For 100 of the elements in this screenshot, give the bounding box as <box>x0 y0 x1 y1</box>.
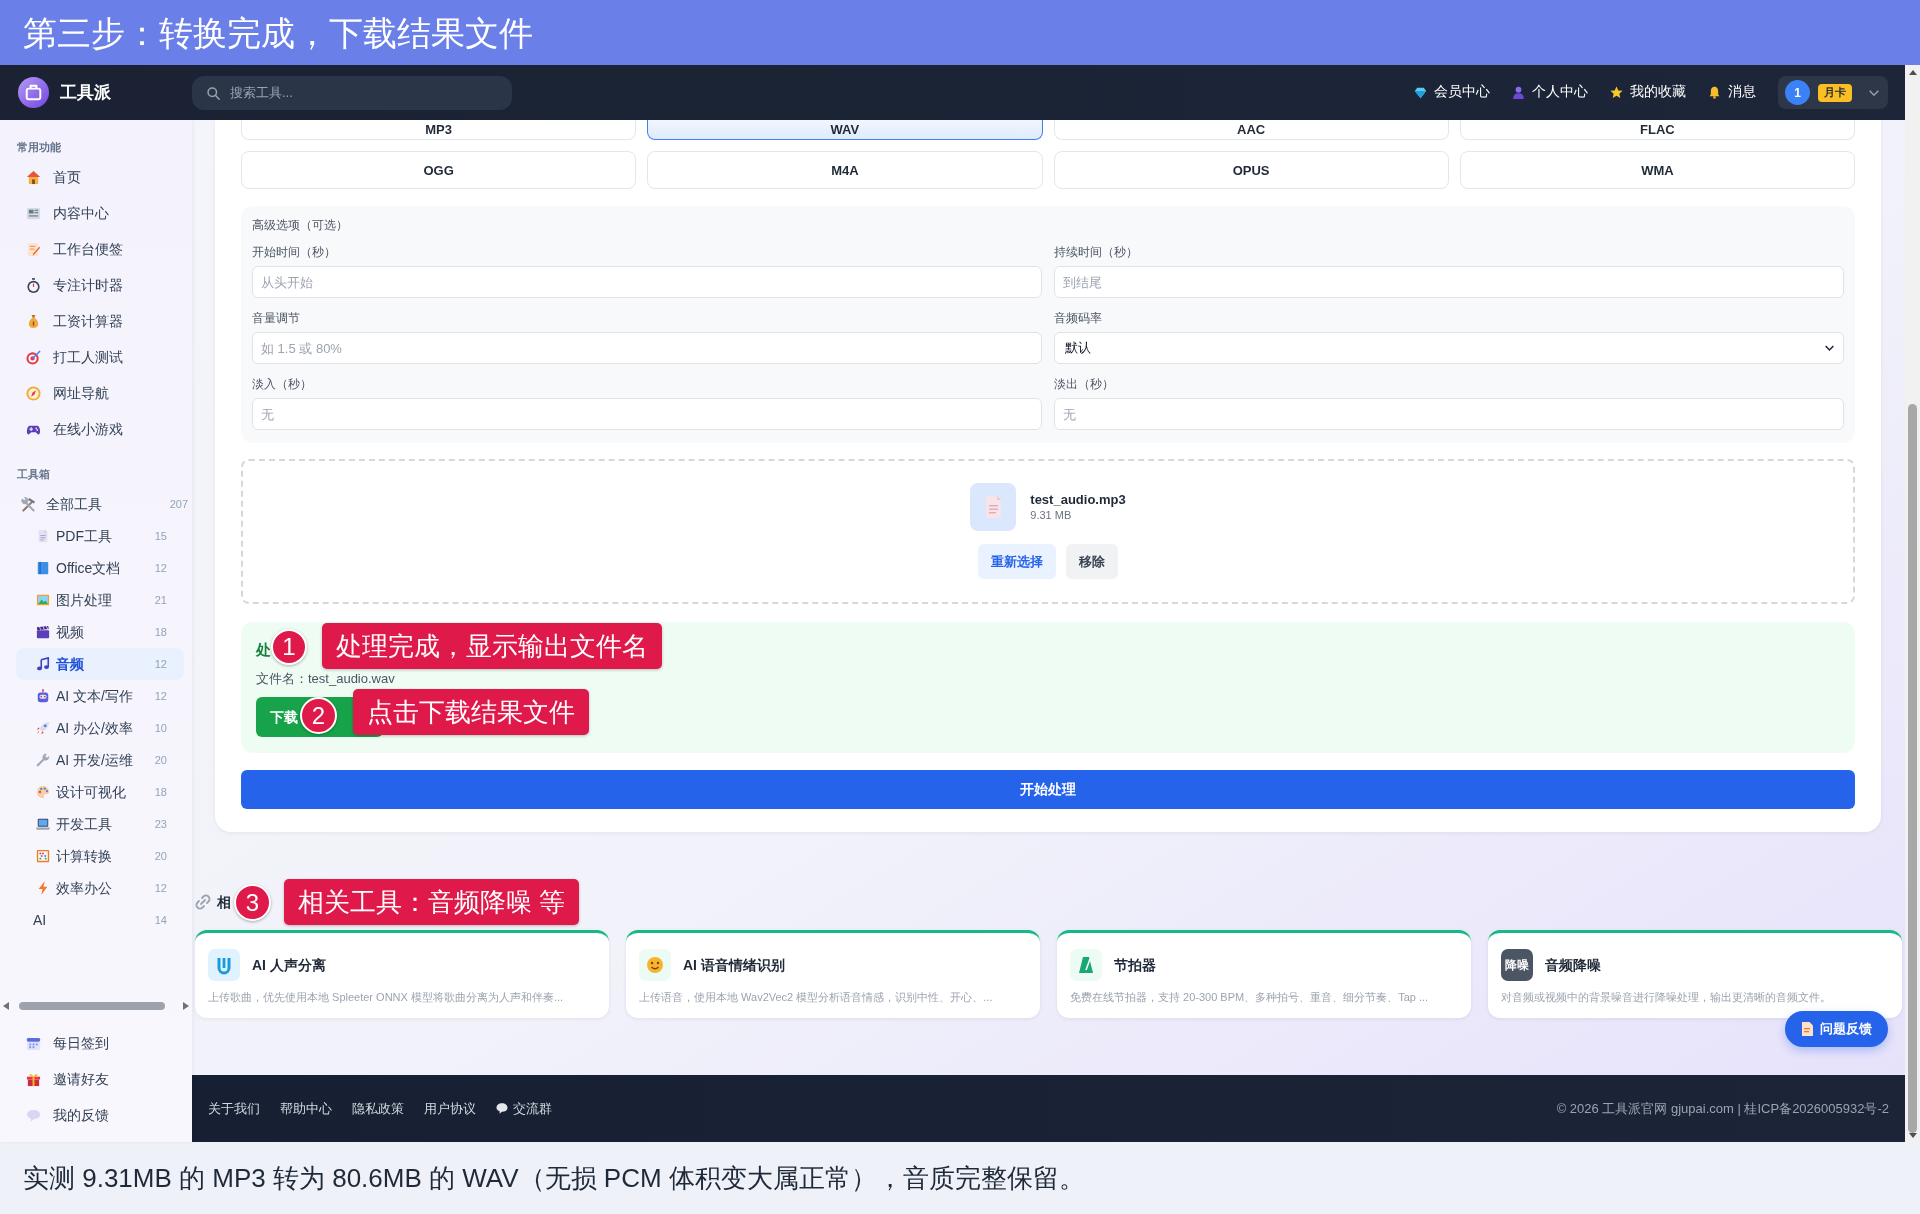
sidebar-item[interactable]: 邀请好友 <box>12 1061 180 1097</box>
nav-link[interactable]: 消息 <box>1708 82 1756 103</box>
input-field[interactable]: 从头开始 <box>252 266 1042 298</box>
sidebar-subitem[interactable]: AI 办公/效率 10 <box>16 712 184 744</box>
house-icon <box>26 169 41 185</box>
scroll-right-icon <box>183 1002 189 1010</box>
format-option[interactable]: OGG <box>241 151 637 189</box>
input-field[interactable]: 如 1.5 或 80% <box>252 332 1042 364</box>
tool-card[interactable]: 降噪 音频降噪 对音频或视频中的背景噪音进行降噪处理，输出更清晰的音频文件。 <box>1488 930 1902 1018</box>
scrollbar-thumb[interactable] <box>1908 404 1917 1133</box>
sidebar-subitem[interactable]: 计算转换 20 <box>16 840 184 872</box>
field-label: 音量调节 <box>252 310 300 326</box>
music-note-icon <box>36 657 50 671</box>
footer-link[interactable]: 帮助中心 <box>280 1098 332 1119</box>
bars-icon <box>208 949 240 981</box>
sidebar-subitem[interactable]: AI 文本/写作 12 <box>16 680 184 712</box>
nav-link[interactable]: 个人中心 <box>1512 82 1588 103</box>
scrollbar-thumb[interactable] <box>19 1002 165 1010</box>
sidebar-subitem[interactable]: 开发工具 23 <box>16 808 184 840</box>
upload-dropzone[interactable]: test_audio.mp3 9.31 MB 重新选择 移除 <box>241 459 1855 604</box>
feedback-button[interactable]: 问题反馈 <box>1785 1011 1888 1047</box>
footer-link[interactable]: 隐私政策 <box>352 1098 404 1119</box>
reselect-button[interactable]: 重新选择 <box>978 544 1056 579</box>
sidebar-item[interactable]: 在线小游戏 <box>12 411 180 447</box>
sidebar-item[interactable]: 我的反馈 <box>12 1097 180 1133</box>
chevron-down-icon <box>1869 89 1879 96</box>
sidebar-item[interactable]: 内容中心 <box>12 195 180 231</box>
output-file-name: 文件名：test_audio.wav <box>256 671 395 687</box>
tool-title: AI 人声分离 <box>252 955 326 975</box>
book-icon <box>36 561 50 575</box>
sidebar-subitem[interactable]: PDF工具 15 <box>16 520 184 552</box>
banner-title: 第三步：转换完成，下载结果文件 <box>23 15 533 50</box>
nav-link[interactable]: 会员中心 <box>1414 82 1490 103</box>
tool-card[interactable]: AI 人声分离 上传歌曲，优先使用本地 Spleeter ONNX 模型将歌曲分离为人声和伴奏... <box>195 930 609 1018</box>
field-label: 音频码率 <box>1054 310 1102 326</box>
money-bag-icon <box>26 313 41 329</box>
sidebar-subitem[interactable]: 设计可视化 18 <box>16 776 184 808</box>
person-icon <box>1512 86 1525 99</box>
input-field[interactable]: 无 <box>252 398 1042 430</box>
tool-card[interactable]: AI 语音情绪识别 上传语音，使用本地 Wav2Vec2 模型分析语音情感，识别中性、开心、... <box>626 930 1040 1018</box>
scroll-up-icon <box>1908 70 1917 75</box>
format-option[interactable]: AAC <box>1053 120 1449 140</box>
footer-link[interactable]: 用户协议 <box>424 1098 476 1119</box>
sidebar-item[interactable]: 全部工具 207 <box>12 488 190 520</box>
format-option[interactable]: FLAC <box>1459 120 1855 140</box>
sidebar-item[interactable]: 打工人测试 <box>12 339 180 375</box>
sidebar-subitem[interactable]: Office文档 12 <box>16 552 184 584</box>
format-option[interactable]: MP3 <box>241 120 637 140</box>
sidebar-item[interactable]: 网址导航 <box>12 375 180 411</box>
gift-icon <box>26 1071 41 1087</box>
sidebar-subitem[interactable]: 音频 12 <box>16 648 184 680</box>
sidebar-subitem[interactable]: 图片处理 21 <box>16 584 184 616</box>
sidebar-subitem[interactable]: AI 开发/运维 20 <box>16 744 184 776</box>
sidebar-item[interactable]: 首页 <box>12 159 180 195</box>
input-field[interactable]: 到结尾 <box>1054 266 1844 298</box>
file-icon <box>970 483 1017 531</box>
footer-link[interactable]: 关于我们 <box>208 1098 260 1119</box>
sidebar-subitem[interactable]: AI 14 <box>16 904 184 936</box>
search-icon <box>207 86 220 100</box>
item-count: 12 <box>154 560 167 576</box>
document-icon <box>1801 1022 1814 1036</box>
callout-label: 处理完成，显示输出文件名 <box>322 623 662 669</box>
site-name[interactable]: 工具派 <box>60 79 111 106</box>
sidebar-subitem[interactable]: 视频 18 <box>16 616 184 648</box>
link-icon <box>195 894 211 910</box>
field-label: 开始时间（秒） <box>252 244 336 260</box>
robot-icon <box>36 689 50 703</box>
callout-label: 相关工具：音频降噪 等 <box>284 879 580 925</box>
format-option[interactable]: WAV <box>647 120 1043 140</box>
select-field[interactable]: 默认 <box>1054 332 1844 364</box>
sidebar-item[interactable]: 工作台便签 <box>12 231 180 267</box>
tool-card[interactable]: 节拍器 免费在线节拍器，支持 20-300 BPM、多种拍号、重音、细分节奏、Tap ... <box>1057 930 1471 1018</box>
footer-link[interactable]: 交流群 <box>496 1098 552 1119</box>
lightning-icon <box>36 881 50 895</box>
sidebar-item[interactable]: 专注计时器 <box>12 267 180 303</box>
format-option[interactable]: OPUS <box>1053 151 1449 189</box>
tool-description: 上传语音，使用本地 Wav2Vec2 模型分析语音情感，识别中性、开心、... <box>639 990 993 1005</box>
item-count: 207 <box>169 496 188 512</box>
gem-icon <box>1414 86 1427 99</box>
sidebar-item[interactable]: 每日签到 <box>12 1025 180 1061</box>
format-option[interactable]: M4A <box>647 151 1043 189</box>
palette-icon <box>36 785 50 799</box>
bell-icon <box>1708 86 1721 99</box>
user-menu[interactable]: 1 月卡 <box>1778 76 1888 109</box>
input-field[interactable]: 无 <box>1054 398 1844 430</box>
nav-link[interactable]: 我的收藏 <box>1610 82 1686 103</box>
sidebar-subitem[interactable]: 效率办公 12 <box>16 872 184 904</box>
section-title: 相 <box>217 892 231 912</box>
tool-description: 对音频或视频中的背景噪音进行降噪处理，输出更清晰的音频文件。 <box>1501 990 1831 1005</box>
format-option[interactable]: WMA <box>1459 151 1855 189</box>
speech-bubble-icon <box>26 1107 41 1123</box>
field-label: 持续时间（秒） <box>1054 244 1138 260</box>
search-field[interactable]: 搜索工具... <box>192 75 512 110</box>
sidebar-item[interactable]: 工资计算器 <box>12 303 180 339</box>
metronome-icon <box>1070 949 1102 981</box>
section-label: 工具箱 <box>16 467 51 481</box>
smiley-icon <box>639 949 671 981</box>
remove-button[interactable]: 移除 <box>1066 544 1118 579</box>
picture-icon <box>36 593 50 607</box>
start-button[interactable]: 开始处理 <box>241 770 1855 809</box>
